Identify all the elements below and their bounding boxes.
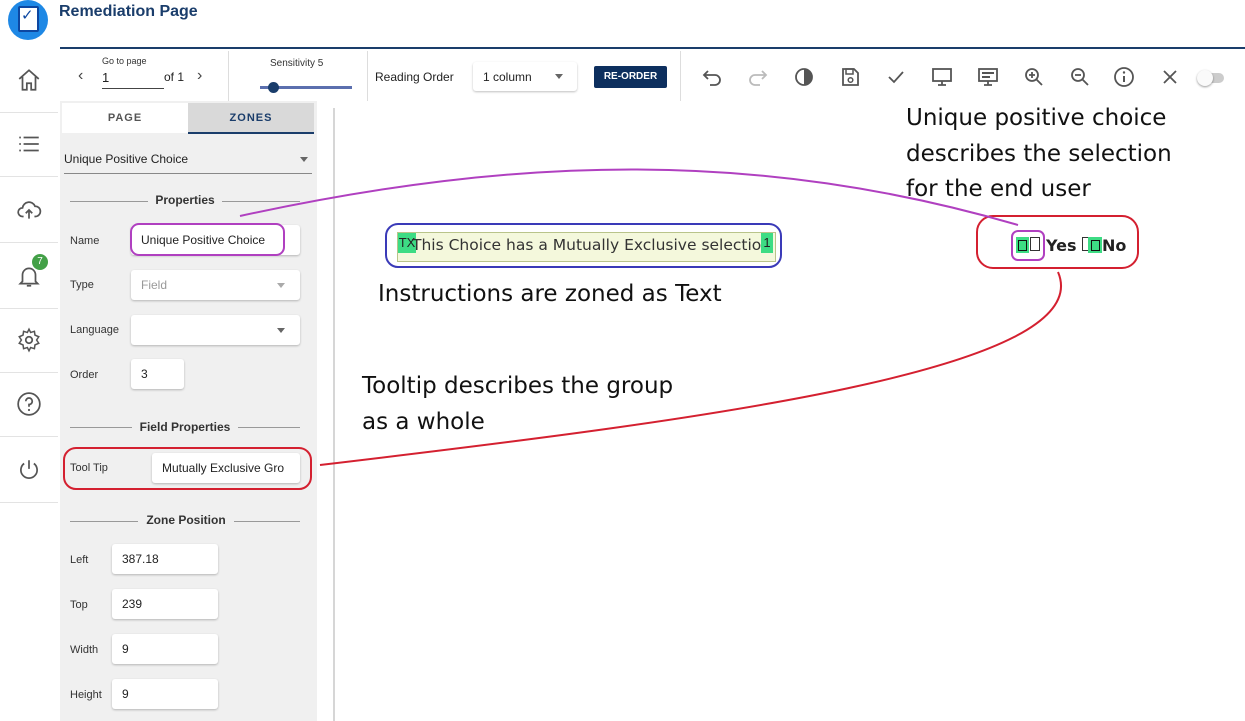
text-zone-highlight: [385, 223, 782, 268]
tooltip-note-line-2: as a whole: [362, 409, 485, 435]
instructions-note: Instructions are zoned as Text: [378, 281, 722, 307]
name-field-highlight: [130, 223, 285, 256]
choice-note-line-3: for the end user: [906, 176, 1091, 202]
choice-group-highlight: [976, 215, 1139, 269]
name-callout-line: [239, 168, 1019, 226]
tooltip-field-highlight: [63, 447, 312, 490]
choice-note-line-1: Unique positive choice: [906, 105, 1167, 131]
tooltip-note-line-1: Tooltip describes the group: [362, 373, 674, 399]
choice-note-line-2: describes the selection: [906, 141, 1172, 167]
choice-highlight: [1011, 230, 1045, 261]
